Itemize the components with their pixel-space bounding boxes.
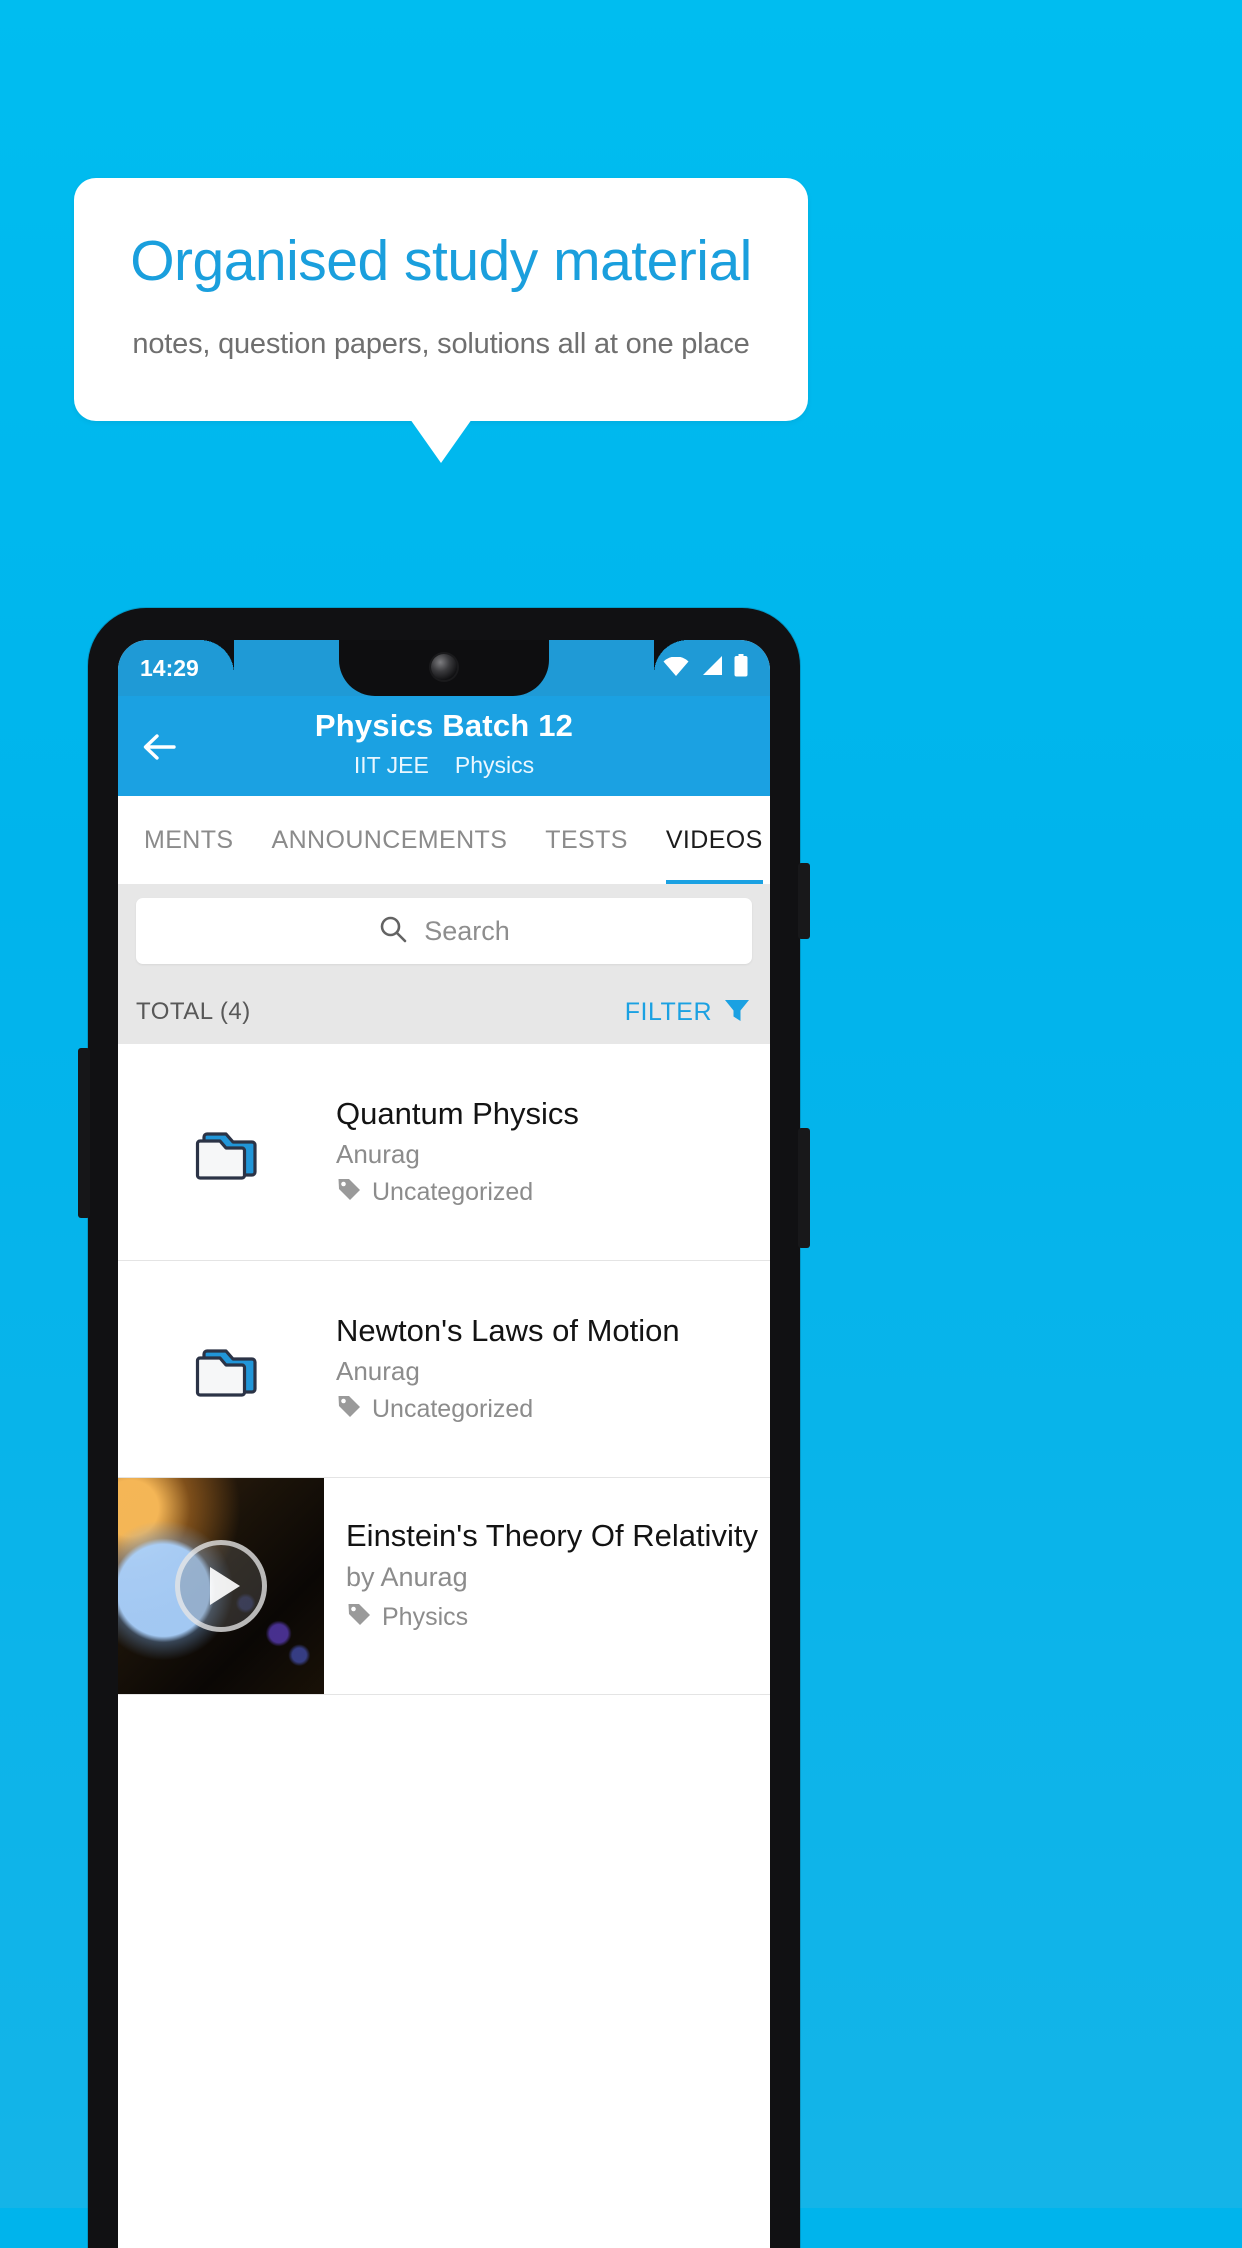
front-camera-icon	[431, 654, 457, 680]
breadcrumb-course: IIT JEE	[353, 752, 429, 778]
list-item-title: Quantum Physics	[336, 1096, 579, 1132]
list-item[interactable]: Newton's Laws of Motion Anurag Uncategor…	[118, 1261, 770, 1478]
list-item-body: Quantum Physics Anurag Uncategorized	[336, 1095, 770, 1208]
side-button[interactable]	[78, 1048, 90, 1218]
tab-tests[interactable]: TESTS	[545, 796, 628, 884]
battery-icon	[734, 653, 748, 683]
list-item[interactable]: Quantum Physics Anurag Uncategorized	[118, 1044, 770, 1261]
filter-label: FILTER	[624, 997, 712, 1026]
list-item-tag-label: Physics	[382, 1603, 469, 1631]
tab-bar: MENTS ANNOUNCEMENTS TESTS VIDEOS	[118, 796, 770, 884]
tag-icon	[336, 1176, 362, 1209]
phone-screen: 14:29 Physics Batch 12 IIT JEE Physics M…	[118, 640, 770, 2248]
page-title: Physics Batch 12	[314, 708, 574, 743]
phone-device: 14:29 Physics Batch 12 IIT JEE Physics M…	[78, 608, 810, 2248]
volume-button[interactable]	[798, 1128, 810, 1248]
search-input[interactable]: Search	[136, 898, 752, 964]
promo-card: Organised study material notes, question…	[74, 178, 808, 421]
list-item-author: by Anurag	[346, 1562, 468, 1592]
list-toolbar: TOTAL (4) FILTER	[118, 980, 770, 1044]
signal-icon	[700, 655, 723, 682]
content-list: Quantum Physics Anurag Uncategorized New…	[118, 1044, 770, 2248]
tab-ments[interactable]: MENTS	[144, 796, 234, 884]
tab-announcements[interactable]: ANNOUNCEMENTS	[272, 796, 508, 884]
list-item-author: Anurag	[336, 1138, 420, 1169]
list-item-tag: Uncategorized	[336, 1176, 752, 1209]
search-icon	[378, 914, 408, 949]
list-item-tag: Uncategorized	[336, 1393, 752, 1426]
list-item[interactable]: Einstein's Theory Of Relativity by Anura…	[118, 1478, 770, 1695]
list-item-tag-label: Uncategorized	[372, 1177, 534, 1206]
promo-title: Organised study material	[130, 229, 752, 293]
list-item-tag: Physics	[346, 1601, 758, 1634]
total-count-label: TOTAL (4)	[136, 998, 251, 1025]
folder-icon	[118, 1114, 336, 1190]
play-triangle	[209, 1567, 240, 1605]
status-time: 14:29	[140, 654, 199, 681]
folder-icon	[118, 1331, 336, 1407]
app-bar: Physics Batch 12 IIT JEE Physics	[118, 696, 770, 796]
tag-icon	[346, 1601, 372, 1634]
search-placeholder: Search	[424, 915, 510, 946]
list-item-title: Einstein's Theory Of Relativity	[346, 1518, 758, 1553]
list-item-body: Einstein's Theory Of Relativity by Anura…	[324, 1478, 770, 1694]
promo-subtitle: notes, question papers, solutions all at…	[132, 328, 750, 360]
filter-funnel-icon	[722, 995, 752, 1030]
breadcrumb: IIT JEE Physics	[118, 752, 770, 779]
notch-fillet-left	[200, 640, 234, 674]
list-item-body: Newton's Laws of Motion Anurag Uncategor…	[336, 1312, 770, 1425]
list-item-tag-label: Uncategorized	[372, 1394, 534, 1423]
breadcrumb-subject: Physics	[454, 752, 535, 778]
notch-fillet-right	[654, 640, 688, 674]
tab-videos[interactable]: VIDEOS	[665, 796, 763, 884]
tag-icon	[336, 1393, 362, 1426]
play-icon[interactable]	[175, 1540, 267, 1632]
promo-callout-tail	[410, 419, 472, 463]
search-section: Search	[118, 884, 770, 980]
filter-button[interactable]: FILTER	[625, 995, 752, 1030]
power-button[interactable]	[798, 863, 810, 939]
video-thumbnail	[118, 1478, 324, 1694]
list-item-title: Newton's Laws of Motion	[336, 1313, 680, 1349]
list-item-author: Anurag	[336, 1355, 420, 1386]
